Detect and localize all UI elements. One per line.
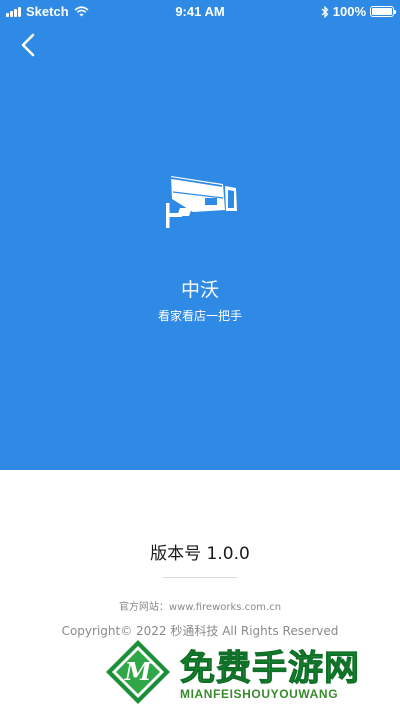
- battery-icon: [370, 6, 396, 17]
- version-label: 版本号 1.0.0: [150, 544, 250, 564]
- watermark-title: 免费手游网: [179, 649, 361, 690]
- back-button[interactable]: [16, 30, 44, 60]
- watermark-logo: M: [106, 640, 170, 704]
- security-camera-icon: [166, 176, 237, 228]
- battery-percent: 100%: [332, 4, 366, 19]
- watermark-subtitle: MIANFEISHOUYOUWANG: [180, 687, 339, 701]
- watermark: M 免费手游网 MIANFEISHOUYOUWANG: [100, 636, 400, 711]
- watermark-logo-letter: M: [124, 657, 153, 686]
- app-name: 中沃: [180, 279, 219, 301]
- website-link[interactable]: 官方网站：www.fireworks.com.cn: [0, 598, 400, 613]
- chevron-left-icon: [21, 33, 35, 57]
- divider: [163, 577, 237, 578]
- status-bar-right: 100%: [321, 4, 396, 19]
- status-bar: Sketch 9:41 AM 100%: [0, 0, 400, 22]
- app-slogan: 看家看店一把手: [157, 309, 242, 323]
- battery-level-fill: [372, 8, 392, 15]
- bluetooth-icon: [321, 5, 329, 18]
- hero-banner: Sketch 9:41 AM 100% 中沃 看家看店一把手: [0, 0, 400, 470]
